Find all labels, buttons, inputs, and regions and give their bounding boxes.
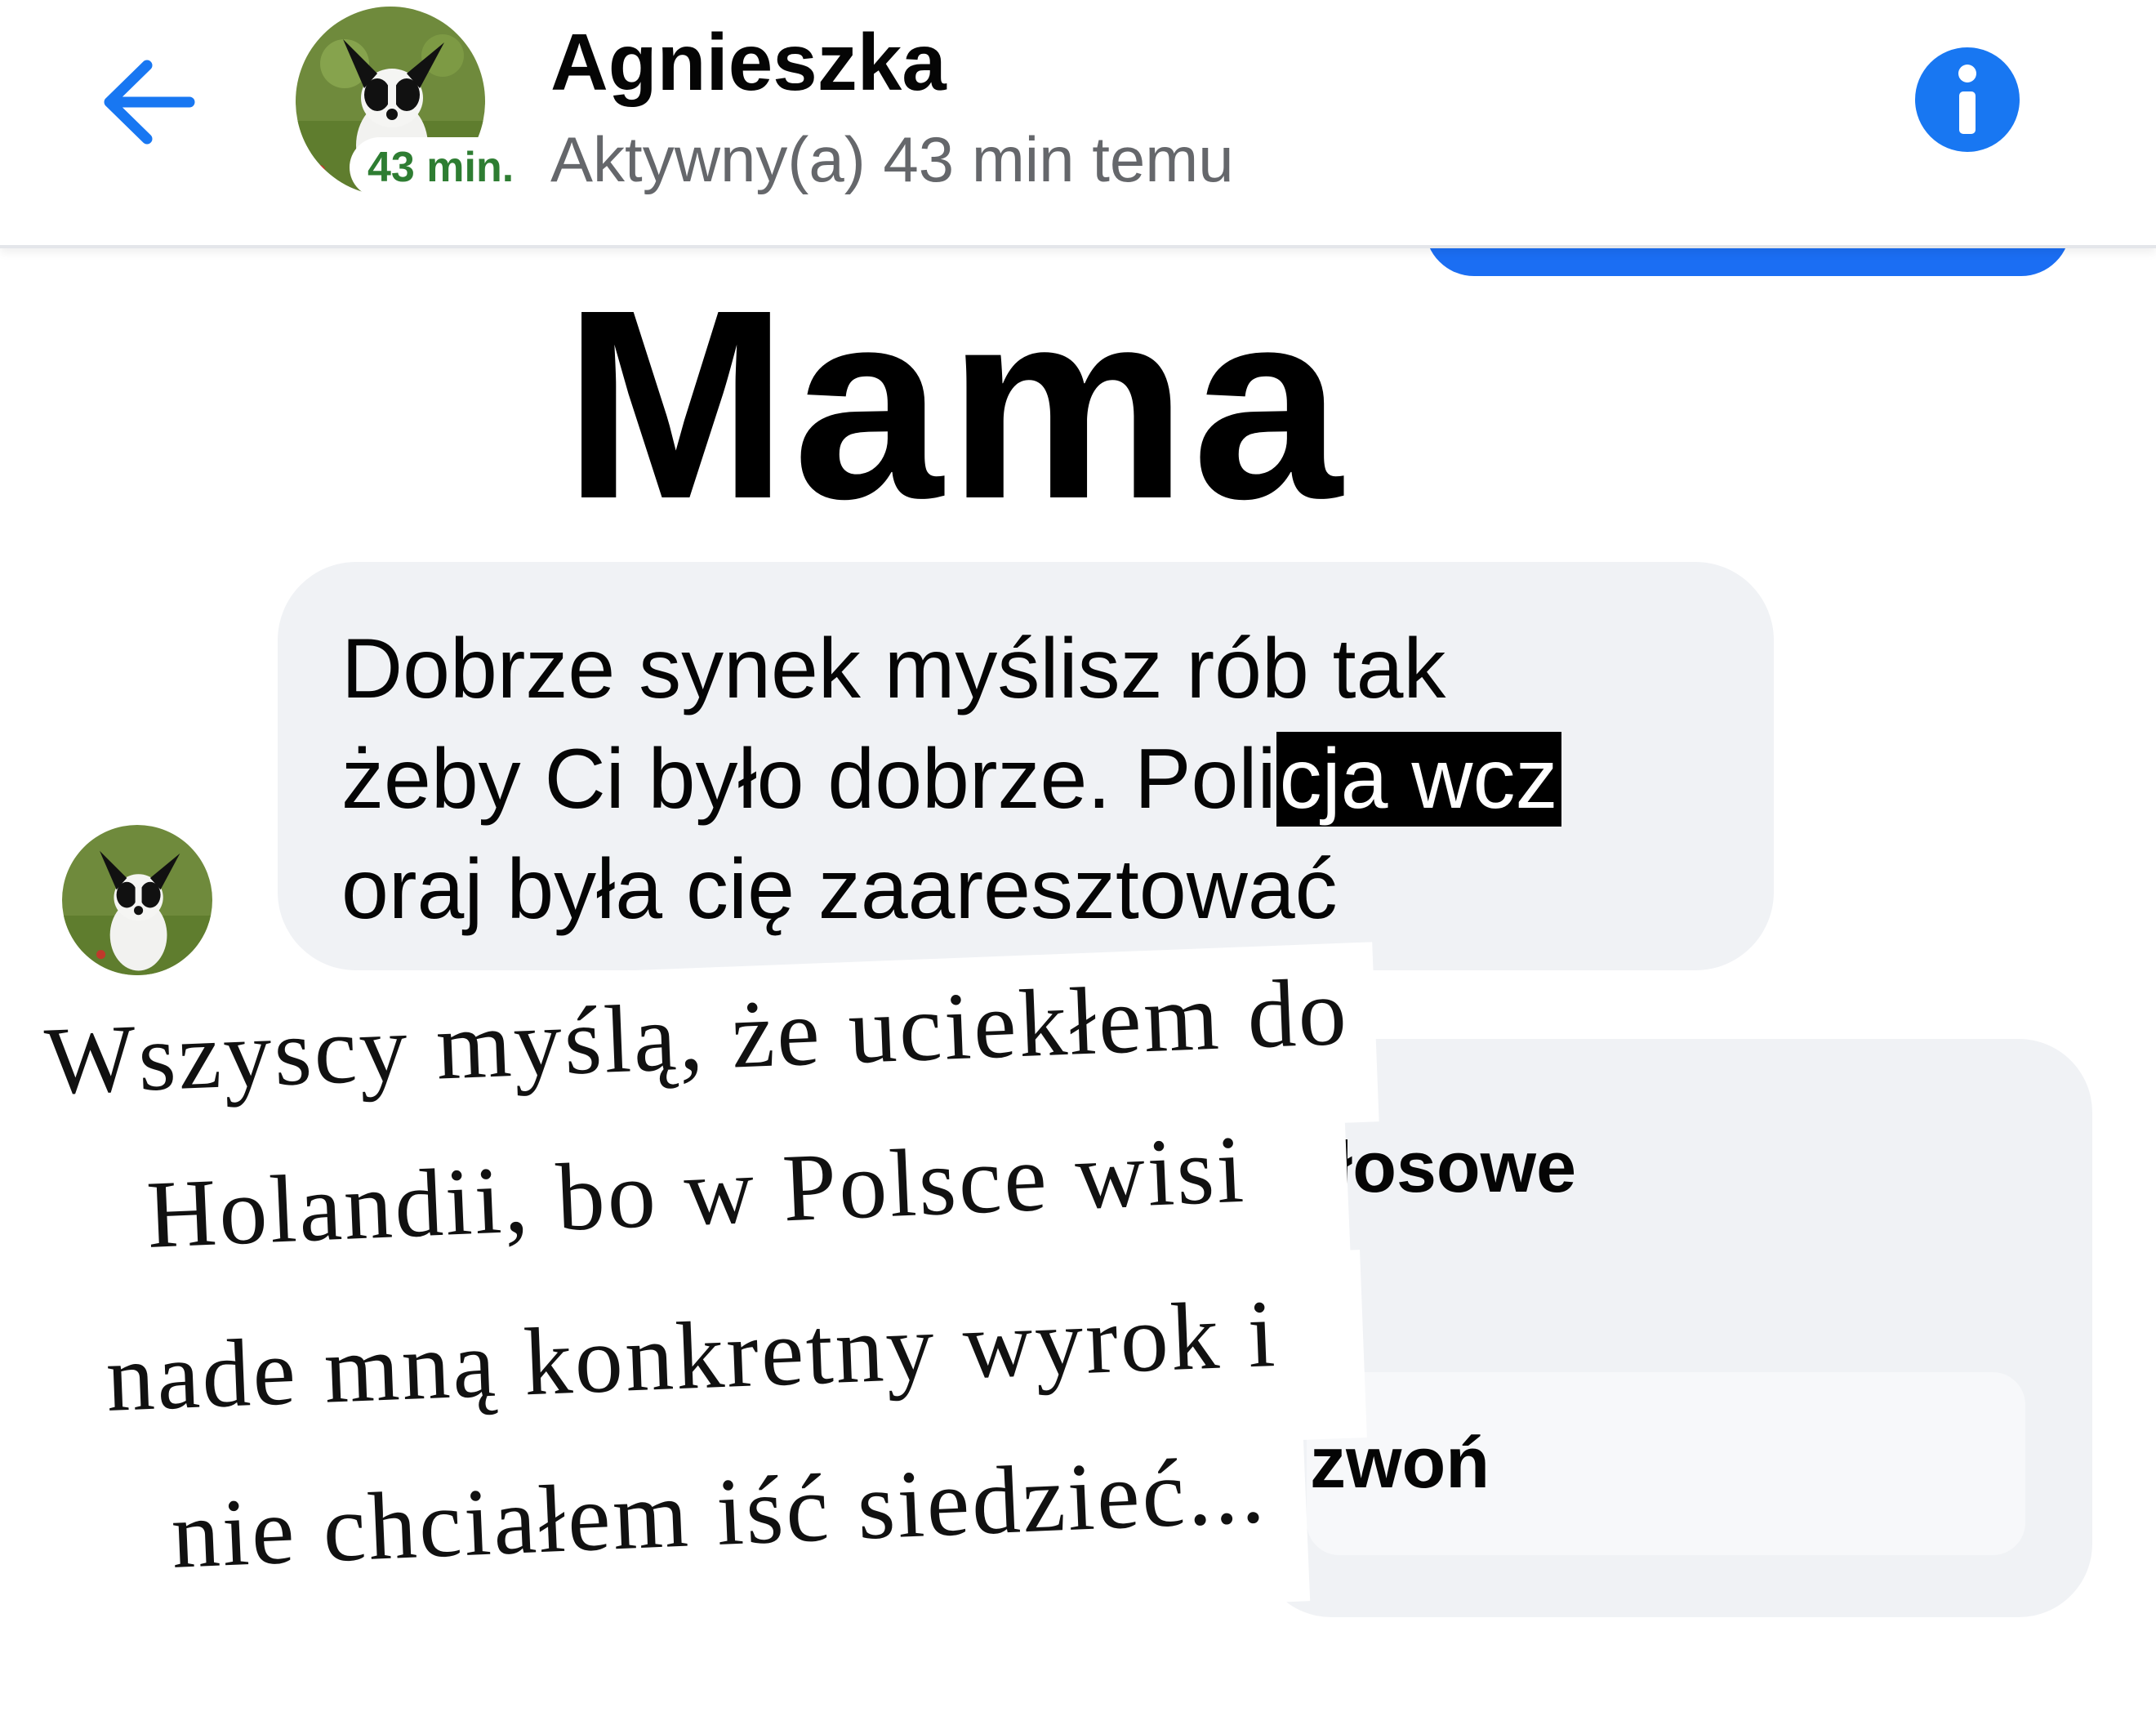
info-button[interactable] (1915, 47, 2020, 152)
overlay-title: Mama (564, 253, 1348, 555)
info-icon (1958, 65, 1976, 134)
back-button[interactable] (90, 49, 204, 155)
message-line-3: oraj była cię zaaresztować (341, 842, 1338, 937)
chat-header: 43 min. Agnieszka Aktywny(a) 43 min temu (0, 0, 2156, 248)
message-line-2: żeby Ci było dobrze. Policja wcz (341, 724, 1730, 835)
sender-avatar[interactable] (62, 825, 212, 975)
arrow-left-icon (104, 60, 195, 145)
message-line-2-prefix: żeby Ci było dobrze. Poli (341, 732, 1276, 827)
contact-status: Aktywny(a) 43 min temu (550, 123, 1234, 195)
highlighted-text: cja wcz (1276, 732, 1561, 827)
contact-name[interactable]: Agnieszka (550, 16, 947, 109)
active-time-badge: 43 min. (350, 137, 532, 198)
message-line-1: Dobrze synek myślisz rób tak (341, 622, 1446, 716)
dog-photo-small (62, 825, 212, 975)
message-text: Dobrze synek myślisz rób tak żeby Ci był… (341, 614, 1730, 945)
